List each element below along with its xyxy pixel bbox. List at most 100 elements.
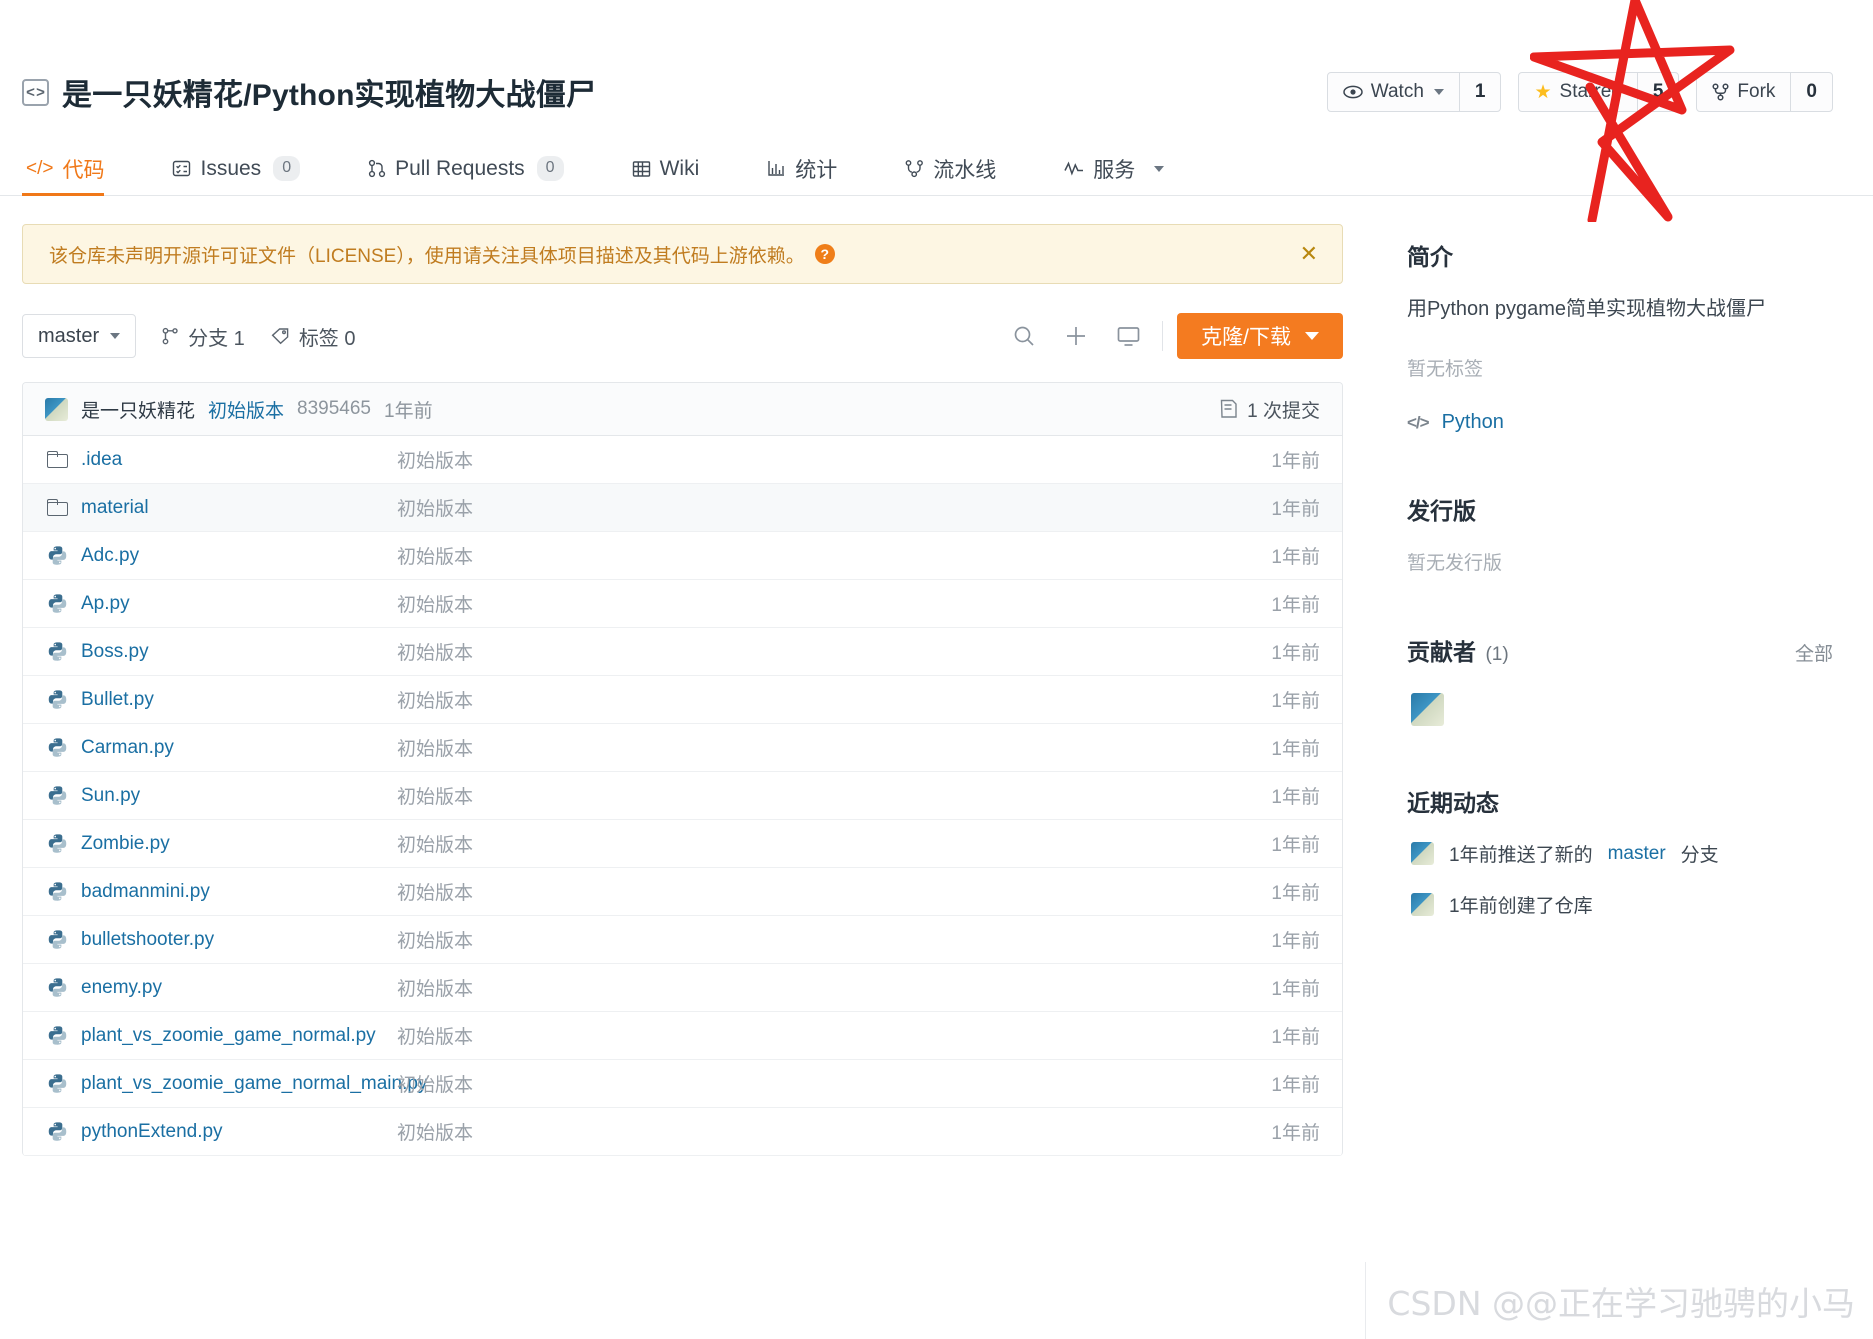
monitor-icon[interactable] (1102, 314, 1154, 358)
branches-link[interactable]: 分支 1 (162, 322, 245, 351)
latest-commit-bar: 是一只妖精花 初始版本 8395465 1年前 1 次提交 (23, 383, 1342, 436)
commit-hash[interactable]: 8395465 (297, 398, 371, 420)
clone-download-label: 克隆/下载 (1201, 326, 1291, 349)
file-commit-message: 初始版本 (397, 547, 474, 568)
file-row[interactable]: pythonExtend.py 初始版本 1年前 (23, 1108, 1342, 1156)
file-name-cell[interactable]: plant_vs_zoomie_game_normal_main.py (47, 1073, 427, 1095)
file-row[interactable]: Ap.py 初始版本 1年前 (23, 580, 1342, 628)
watch-label: Watch (1370, 81, 1424, 102)
file-commit-time: 1年前 (1271, 883, 1320, 904)
tags-link[interactable]: 标签 0 (271, 322, 356, 351)
star-icon: ★ (1534, 81, 1552, 103)
file-name-cell[interactable]: enemy.py (47, 977, 397, 999)
file-row[interactable]: .idea 初始版本 1年前 (23, 436, 1342, 484)
contributors-all-link[interactable]: 全部 (1795, 639, 1833, 666)
file-row[interactable]: badmanmini.py 初始版本 1年前 (23, 868, 1342, 916)
avatar (1411, 893, 1434, 916)
file-commit-message: 初始版本 (397, 691, 474, 712)
releases-title: 发行版 (1407, 498, 1476, 524)
commit-author[interactable]: 是一只妖精花 (81, 396, 195, 423)
close-icon[interactable]: ✕ (1300, 243, 1318, 265)
fork-label: Fork (1737, 81, 1776, 102)
file-commit-message: 初始版本 (397, 979, 474, 1000)
file-name-cell[interactable]: Adc.py (47, 545, 397, 567)
commit-message[interactable]: 初始版本 (208, 396, 284, 423)
file-name-cell[interactable]: bulletshooter.py (47, 929, 397, 951)
python-file-icon (48, 546, 67, 565)
file-name-cell[interactable]: material (47, 497, 397, 519)
file-row[interactable]: plant_vs_zoomie_game_normal.py 初始版本 1年前 (23, 1012, 1342, 1060)
file-row[interactable]: Boss.py 初始版本 1年前 (23, 628, 1342, 676)
code-icon: </> (1407, 412, 1430, 432)
file-name-cell[interactable]: badmanmini.py (47, 881, 397, 903)
tab-stats[interactable]: 统计 (763, 140, 868, 195)
pull-requests-count-badge: 0 (536, 156, 564, 181)
branch-icon (162, 327, 178, 345)
file-commit-message: 初始版本 (397, 787, 474, 808)
file-name-cell[interactable]: Carman.py (47, 737, 397, 759)
file-commit-message: 初始版本 (397, 451, 474, 472)
avatar[interactable] (1411, 693, 1444, 726)
file-name-label: Bullet.py (81, 688, 154, 710)
clone-download-button[interactable]: 克隆/下载 (1177, 313, 1343, 359)
branches-label: 分支 1 (188, 327, 245, 350)
primary-language[interactable]: </> Python (1407, 411, 1873, 434)
activity-link[interactable]: master (1608, 843, 1666, 865)
file-name-label: bulletshooter.py (81, 928, 215, 950)
star-button[interactable]: ★ Starred 5 (1518, 72, 1680, 112)
file-row[interactable]: bulletshooter.py 初始版本 1年前 (23, 916, 1342, 964)
watch-button[interactable]: Watch 1 (1326, 72, 1502, 112)
file-row[interactable]: enemy.py 初始版本 1年前 (23, 964, 1342, 1012)
toolbar-divider (1162, 321, 1164, 351)
file-commit-time: 1年前 (1271, 451, 1320, 472)
file-row[interactable]: material 初始版本 1年前 (23, 484, 1342, 532)
plus-icon[interactable] (1050, 314, 1102, 358)
file-name-cell[interactable]: plant_vs_zoomie_game_normal.py (47, 1025, 397, 1047)
tab-service[interactable]: 服务 (1060, 140, 1195, 195)
license-warning-text: 该仓库未声明开源许可证文件（LICENSE），使用请关注具体项目描述及其代码上游… (49, 245, 805, 267)
license-warning-banner: 该仓库未声明开源许可证文件（LICENSE），使用请关注具体项目描述及其代码上游… (22, 224, 1343, 284)
file-commit-time: 1年前 (1271, 739, 1320, 760)
file-name-cell[interactable]: Boss.py (47, 641, 397, 663)
file-list: .idea 初始版本 1年前 material 初始版本 1年前 Adc.py 初始版本 1年前… (23, 436, 1342, 1156)
tab-code-label: 代码 (62, 158, 105, 182)
tab-wiki[interactable]: Wiki (628, 140, 731, 195)
file-commit-time: 1年前 (1271, 643, 1320, 664)
file-name-cell[interactable]: Bullet.py (47, 689, 397, 711)
question-mark-icon[interactable]: ? (814, 244, 835, 264)
search-icon[interactable] (998, 314, 1050, 358)
file-row[interactable]: Zombie.py 初始版本 1年前 (23, 820, 1342, 868)
repo-toolbar: master 分支 1 标签 0 克隆/下载 (22, 313, 1343, 359)
file-row[interactable]: Adc.py 初始版本 1年前 (23, 532, 1342, 580)
tab-issues[interactable]: Issues 0 (168, 140, 331, 195)
tab-pull-requests[interactable]: Pull Requests 0 (364, 140, 594, 195)
releases-section: 发行版 暂无发行版 (1407, 492, 1873, 575)
branch-selector[interactable]: master (22, 314, 137, 358)
chevron-down-icon (110, 333, 121, 339)
commit-count-link[interactable]: 1 次提交 (1219, 396, 1320, 423)
file-name-cell[interactable]: Ap.py (47, 593, 397, 615)
tab-code[interactable]: </> 代码 (22, 140, 135, 196)
page-title[interactable]: 是一只妖精花/Python实现植物大战僵尸 (62, 70, 596, 114)
file-row[interactable]: Sun.py 初始版本 1年前 (23, 772, 1342, 820)
tab-wiki-label: Wiki (659, 156, 700, 180)
file-name-cell[interactable]: Zombie.py (47, 833, 397, 855)
folder-icon (47, 499, 68, 516)
file-name-cell[interactable]: Sun.py (47, 785, 397, 807)
file-row[interactable]: Carman.py 初始版本 1年前 (23, 724, 1342, 772)
avatar (1411, 842, 1434, 865)
fork-button[interactable]: Fork 0 (1696, 72, 1833, 112)
file-name-label: Adc.py (81, 544, 140, 566)
repo-title: < > 是一只妖精花/Python实现植物大战僵尸 (22, 70, 596, 114)
file-name-label: .idea (81, 448, 123, 470)
file-row[interactable]: plant_vs_zoomie_game_normal_main.py 初始版本 1… (23, 1060, 1342, 1108)
contributors-title: 贡献者 (1407, 639, 1476, 665)
chevron-down-icon (1154, 165, 1165, 172)
file-name-cell[interactable]: .idea (47, 449, 397, 471)
python-file-icon (48, 690, 67, 709)
file-name-cell[interactable]: pythonExtend.py (47, 1121, 397, 1143)
page-body: 该仓库未声明开源许可证文件（LICENSE），使用请关注具体项目描述及其代码上游… (0, 196, 1873, 1156)
tab-pipeline[interactable]: 流水线 (901, 140, 1027, 195)
file-row[interactable]: Bullet.py 初始版本 1年前 (23, 676, 1342, 724)
file-commit-message: 初始版本 (397, 643, 474, 664)
